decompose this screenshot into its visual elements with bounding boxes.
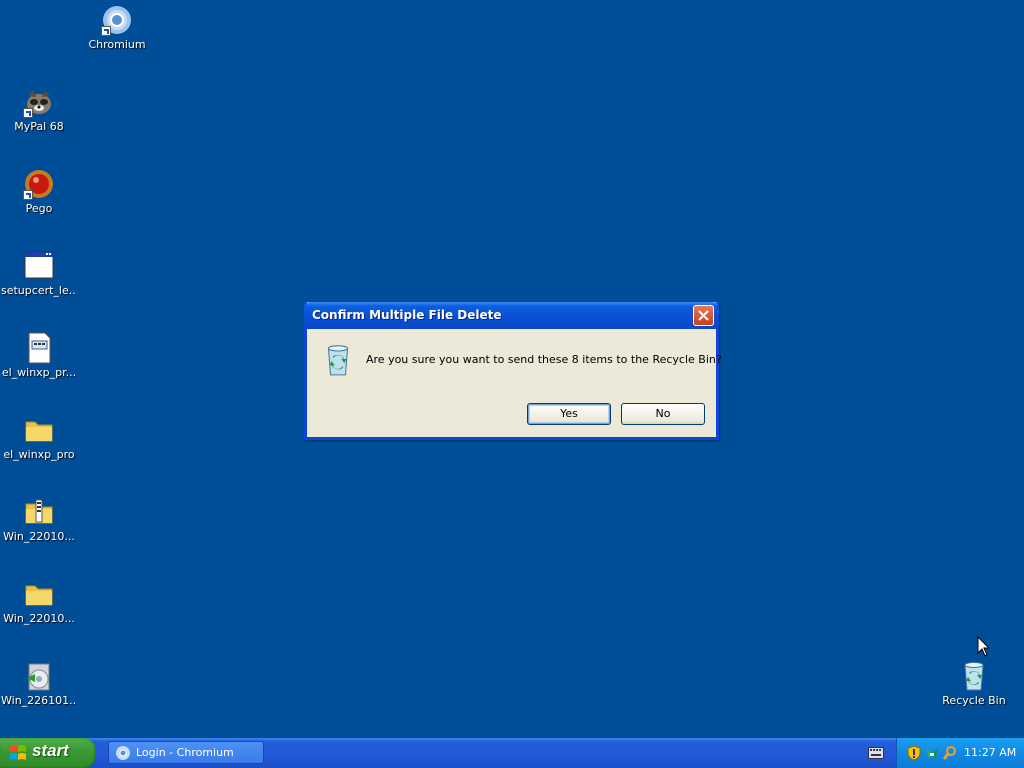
desktop-icon-label: Win_22010... [3,612,75,625]
close-button[interactable] [693,305,714,326]
desktop-icon-label: Pego [25,202,53,215]
folder-icon [23,414,55,446]
desktop-icon-label: el_winxp_pr... [1,366,77,379]
search-icon[interactable] [942,745,958,761]
desktop-icon-label: el_winxp_pro [3,448,75,461]
clock[interactable]: 11:27 AM [964,746,1016,759]
dialog-message: Are you sure you want to send these 8 it… [366,353,722,366]
chromium-icon [115,745,131,761]
desktop-icon-win-zip[interactable]: Win_22010... [1,496,77,543]
chromium-icon [101,4,133,36]
desktop-icon-pego[interactable]: Pego [1,168,77,215]
taskbar-item-login-chromium[interactable]: Login - Chromium [108,741,264,764]
desktop-icon-mypal[interactable]: MyPal 68 [1,86,77,133]
folder-icon [23,578,55,610]
disc-installer-icon [23,660,55,692]
start-button[interactable]: start [0,738,96,768]
security-shield-icon[interactable] [906,745,922,761]
desktop-icon-setupcert[interactable]: setupcert_le... [1,250,77,297]
pego-icon [23,168,55,200]
desktop-icon-el-winxp-pro[interactable]: el_winxp_pro [1,414,77,461]
no-button[interactable]: No [621,403,705,425]
dialog-titlebar[interactable]: Confirm Multiple File Delete [304,302,719,329]
mouse-cursor-icon [977,635,991,658]
taskbar: start Login - Chromium 11:27 AM [0,738,1024,768]
desktop-icon-win-folder[interactable]: Win_22010... [1,578,77,625]
network-icon[interactable] [924,745,940,761]
desktop-icon-label: Recycle Bin [942,694,1006,707]
document-icon [23,332,55,364]
shortcut-arrow-icon [23,190,33,200]
desktop-icon-el-winxp-pr[interactable]: el_winxp_pr... [1,332,77,379]
desktop-icon-label: MyPal 68 [14,120,64,133]
keyboard-icon[interactable] [868,747,884,759]
desktop-icon-recycle-bin[interactable]: Recycle Bin [936,660,1012,707]
dialog-title: Confirm Multiple File Delete [312,308,502,322]
recycle-bin-icon [321,343,355,377]
window-app-icon [23,250,55,282]
desktop-icon-label: Chromium [88,38,146,51]
start-label: start [32,741,69,760]
zip-folder-icon [23,496,55,528]
desktop-icon-chromium[interactable]: Chromium [79,4,155,51]
desktop-icon-label: setupcert_le... [1,284,77,297]
desktop-icon-label: Win_226101... [1,694,77,707]
mypal-icon [23,86,55,118]
taskbar-item-label: Login - Chromium [136,746,234,759]
yes-button[interactable]: Yes [527,403,611,425]
desktop-icon-label: Win_22010... [3,530,75,543]
shortcut-arrow-icon [101,26,111,36]
system-tray: 11:27 AM [896,738,1024,768]
recycle-bin-icon [958,660,990,692]
close-icon [698,310,709,321]
confirm-delete-dialog: Confirm Multiple File Delete Are you sur… [304,302,722,440]
windows-logo-icon [9,744,27,762]
desktop-icon-win-installer[interactable]: Win_226101... [1,660,77,707]
shortcut-arrow-icon [23,108,33,118]
